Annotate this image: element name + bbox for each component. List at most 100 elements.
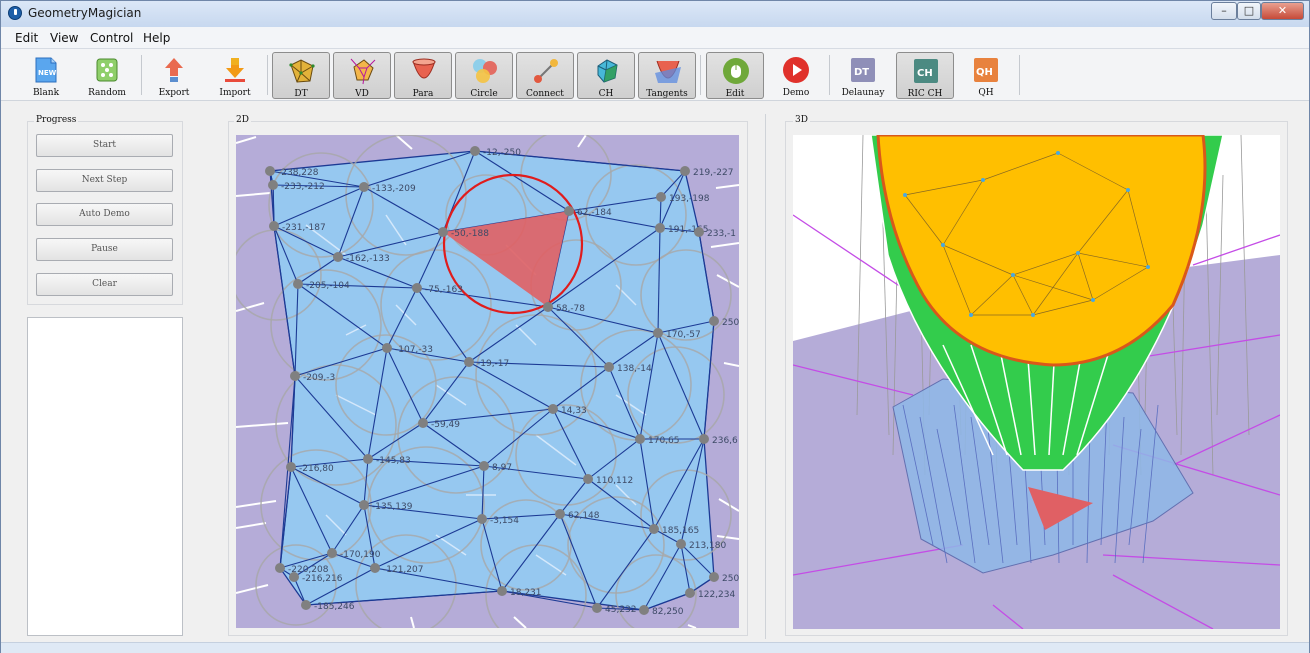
site-label: -233,-212 (281, 182, 325, 192)
maximize-button[interactable]: □ (1237, 2, 1261, 20)
site-point (655, 223, 665, 233)
tool-ch-button[interactable]: CH (577, 52, 635, 99)
connect-icon (534, 59, 558, 83)
toolbar-separator (141, 55, 142, 95)
tool-delaunay-button[interactable]: DT Delaunay (834, 52, 892, 99)
site-label: 236,6 (712, 436, 738, 446)
menu-help[interactable]: Help (143, 31, 170, 45)
tool-circle-button[interactable]: Circle (455, 52, 513, 99)
circles-icon (473, 59, 497, 83)
new-file-icon: NEW (35, 57, 57, 83)
site-point (592, 603, 602, 613)
tool-para-label: Para (412, 89, 434, 99)
site-point (639, 605, 649, 615)
tool-export-button[interactable]: Export (145, 52, 203, 99)
paraboloid-icon (412, 58, 436, 79)
pause-button[interactable]: Pause (36, 238, 173, 261)
site-label: 8,97 (492, 463, 512, 473)
site-label: 82,250 (652, 607, 684, 617)
site-label: 170,65 (648, 436, 680, 446)
site-point (269, 221, 279, 231)
site-label: 18,231 (510, 588, 542, 598)
site-point (564, 206, 574, 216)
site-label: -170,190 (340, 550, 381, 560)
clear-button[interactable]: Clear (36, 273, 173, 296)
site-label: -145,83 (376, 456, 411, 466)
tool-import-button[interactable]: Import (206, 52, 264, 99)
toolbar-separator (1019, 55, 1020, 95)
toolbar-separator (267, 55, 268, 95)
tool-edit-button[interactable]: Edit (706, 52, 764, 99)
site-label: -133,-209 (372, 184, 416, 194)
next-step-button[interactable]: Next Step (36, 169, 173, 192)
tool-vd-label: VD (355, 89, 369, 99)
tool-random-button[interactable]: Random (78, 52, 136, 99)
view-divider[interactable] (765, 114, 766, 639)
tool-ch-label: CH (598, 89, 614, 99)
view-3d-title: 3D (793, 115, 810, 125)
start-button[interactable]: Start (36, 134, 173, 157)
site-point (289, 572, 299, 582)
lifted-point (1076, 251, 1080, 255)
site-point (327, 548, 337, 558)
site-point (438, 227, 448, 237)
dt-badge-icon: DT (851, 58, 875, 82)
close-button[interactable]: ✕ (1261, 2, 1304, 20)
site-point (649, 524, 659, 534)
svg-text:NEW: NEW (38, 69, 57, 77)
site-label: 170,-57 (666, 330, 701, 340)
tool-dt-button[interactable]: DT (272, 52, 330, 99)
site-label: 138,-14 (617, 364, 652, 374)
tangents-icon (655, 60, 681, 83)
tool-blank-button[interactable]: NEW Blank (17, 52, 75, 99)
site-point (694, 227, 704, 237)
tool-tangents-button[interactable]: Tangents (638, 52, 696, 99)
tool-qh-button[interactable]: QH QH (957, 52, 1015, 99)
site-label: 193,-198 (669, 194, 710, 204)
delaunay-icon (289, 59, 315, 83)
site-label: -3,154 (490, 516, 519, 526)
tool-ric-ch-button[interactable]: CH RIC CH (896, 52, 954, 99)
site-point (676, 539, 686, 549)
site-label: 45,232 (605, 605, 637, 615)
view-3d-canvas[interactable] (793, 135, 1280, 629)
auto-demo-button[interactable]: Auto Demo (36, 203, 173, 226)
menu-edit[interactable]: Edit (15, 31, 38, 45)
site-label: 58,-78 (556, 304, 585, 314)
site-point (497, 586, 507, 596)
tool-delaunay-label: Delaunay (841, 88, 885, 98)
lifted-point (903, 193, 907, 197)
lifted-point (1146, 265, 1150, 269)
tool-vd-button[interactable]: VD (333, 52, 391, 99)
site-point (359, 182, 369, 192)
toolbar-separator (829, 55, 830, 95)
log-panel (27, 317, 183, 636)
view-2d-canvas[interactable]: -238,228 -233,-212 -133,-209 -12,-250 219,-2… (236, 135, 739, 628)
tool-para-button[interactable]: Para (394, 52, 452, 99)
menu-control[interactable]: Control (90, 31, 133, 45)
site-point (635, 434, 645, 444)
site-point (653, 328, 663, 338)
svg-text:QH: QH (976, 67, 993, 78)
site-point (363, 454, 373, 464)
site-label: -216,216 (302, 574, 343, 584)
tool-demo-label: Demo (782, 88, 810, 98)
site-label: 250 (722, 574, 739, 584)
site-label: 185,165 (662, 526, 699, 536)
minimize-button[interactable]: – (1211, 2, 1237, 20)
site-label: -107,-33 (395, 345, 433, 355)
tool-demo-button[interactable]: Demo (767, 52, 825, 99)
site-label: 213,180 (689, 541, 726, 551)
voronoi-icon (350, 58, 376, 85)
tool-export-label: Export (158, 88, 190, 98)
import-arrow-icon (225, 58, 245, 82)
site-point (418, 418, 428, 428)
tool-connect-button[interactable]: Connect (516, 52, 574, 99)
view-2d-title: 2D (234, 115, 251, 125)
tool-ric-ch-label: RIC CH (907, 89, 943, 99)
site-point (543, 302, 553, 312)
menu-view[interactable]: View (50, 31, 78, 45)
site-point (265, 166, 275, 176)
toolbar-separator (700, 55, 701, 95)
site-point (604, 362, 614, 372)
